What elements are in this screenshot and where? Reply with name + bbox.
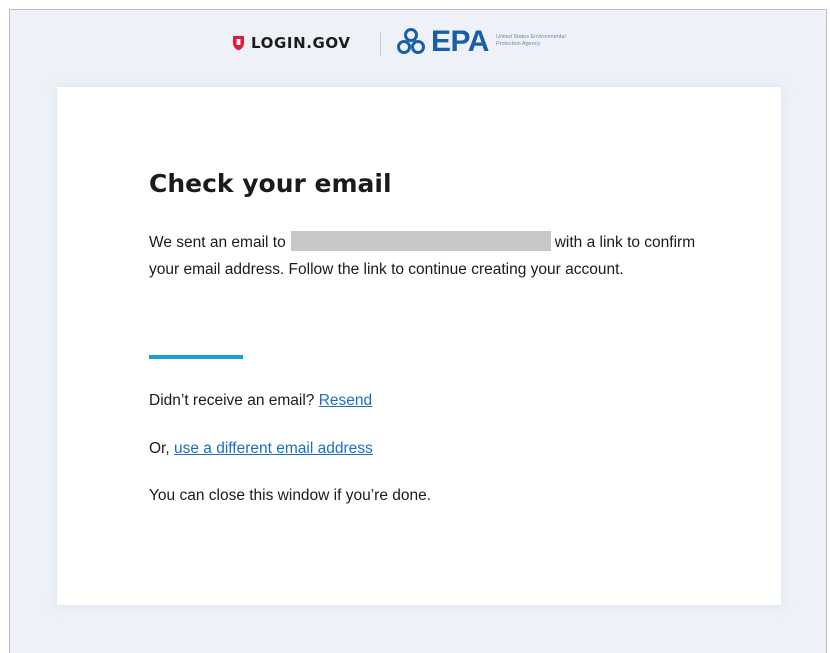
resend-prompt: Didn’t receive an email? Resend [149, 392, 372, 410]
close-window-note: You can close this window if you’re done… [149, 487, 432, 504]
different-email-prompt: Or, use a different email address [149, 440, 373, 458]
epa-flower-icon [397, 28, 425, 54]
resend-link[interactable]: Resend [319, 392, 372, 409]
login-gov-logo-text: LOGIN.GOV [251, 34, 351, 52]
epa-agency-text: United States Environmental Protection A… [495, 34, 566, 47]
page-title: Check your email [149, 169, 392, 198]
different-email-prefix: Or, [149, 440, 170, 457]
site-header: LOGIN.GOV EPA United States Environmenta… [10, 10, 826, 80]
epa-logo-text: EPA [431, 25, 489, 58]
redacted-email-address [290, 231, 551, 251]
confirmation-message-start: We sent an email to [149, 234, 286, 251]
epa-logo: EPA United States Environmental Protecti… [395, 27, 566, 57]
resend-prompt-text: Didn’t receive an email? [149, 392, 315, 409]
login-gov-logo[interactable]: LOGIN.GOV [232, 34, 351, 52]
logo-divider [380, 32, 381, 56]
section-divider [149, 355, 243, 359]
use-different-email-link[interactable]: use a different email address [174, 440, 373, 457]
shield-icon [233, 36, 244, 51]
confirmation-message: We sent an email to with a link to confir… [149, 229, 729, 283]
content-card: Check your email We sent an email to with… [57, 87, 781, 605]
browser-viewport: LOGIN.GOV EPA United States Environmenta… [9, 9, 827, 653]
